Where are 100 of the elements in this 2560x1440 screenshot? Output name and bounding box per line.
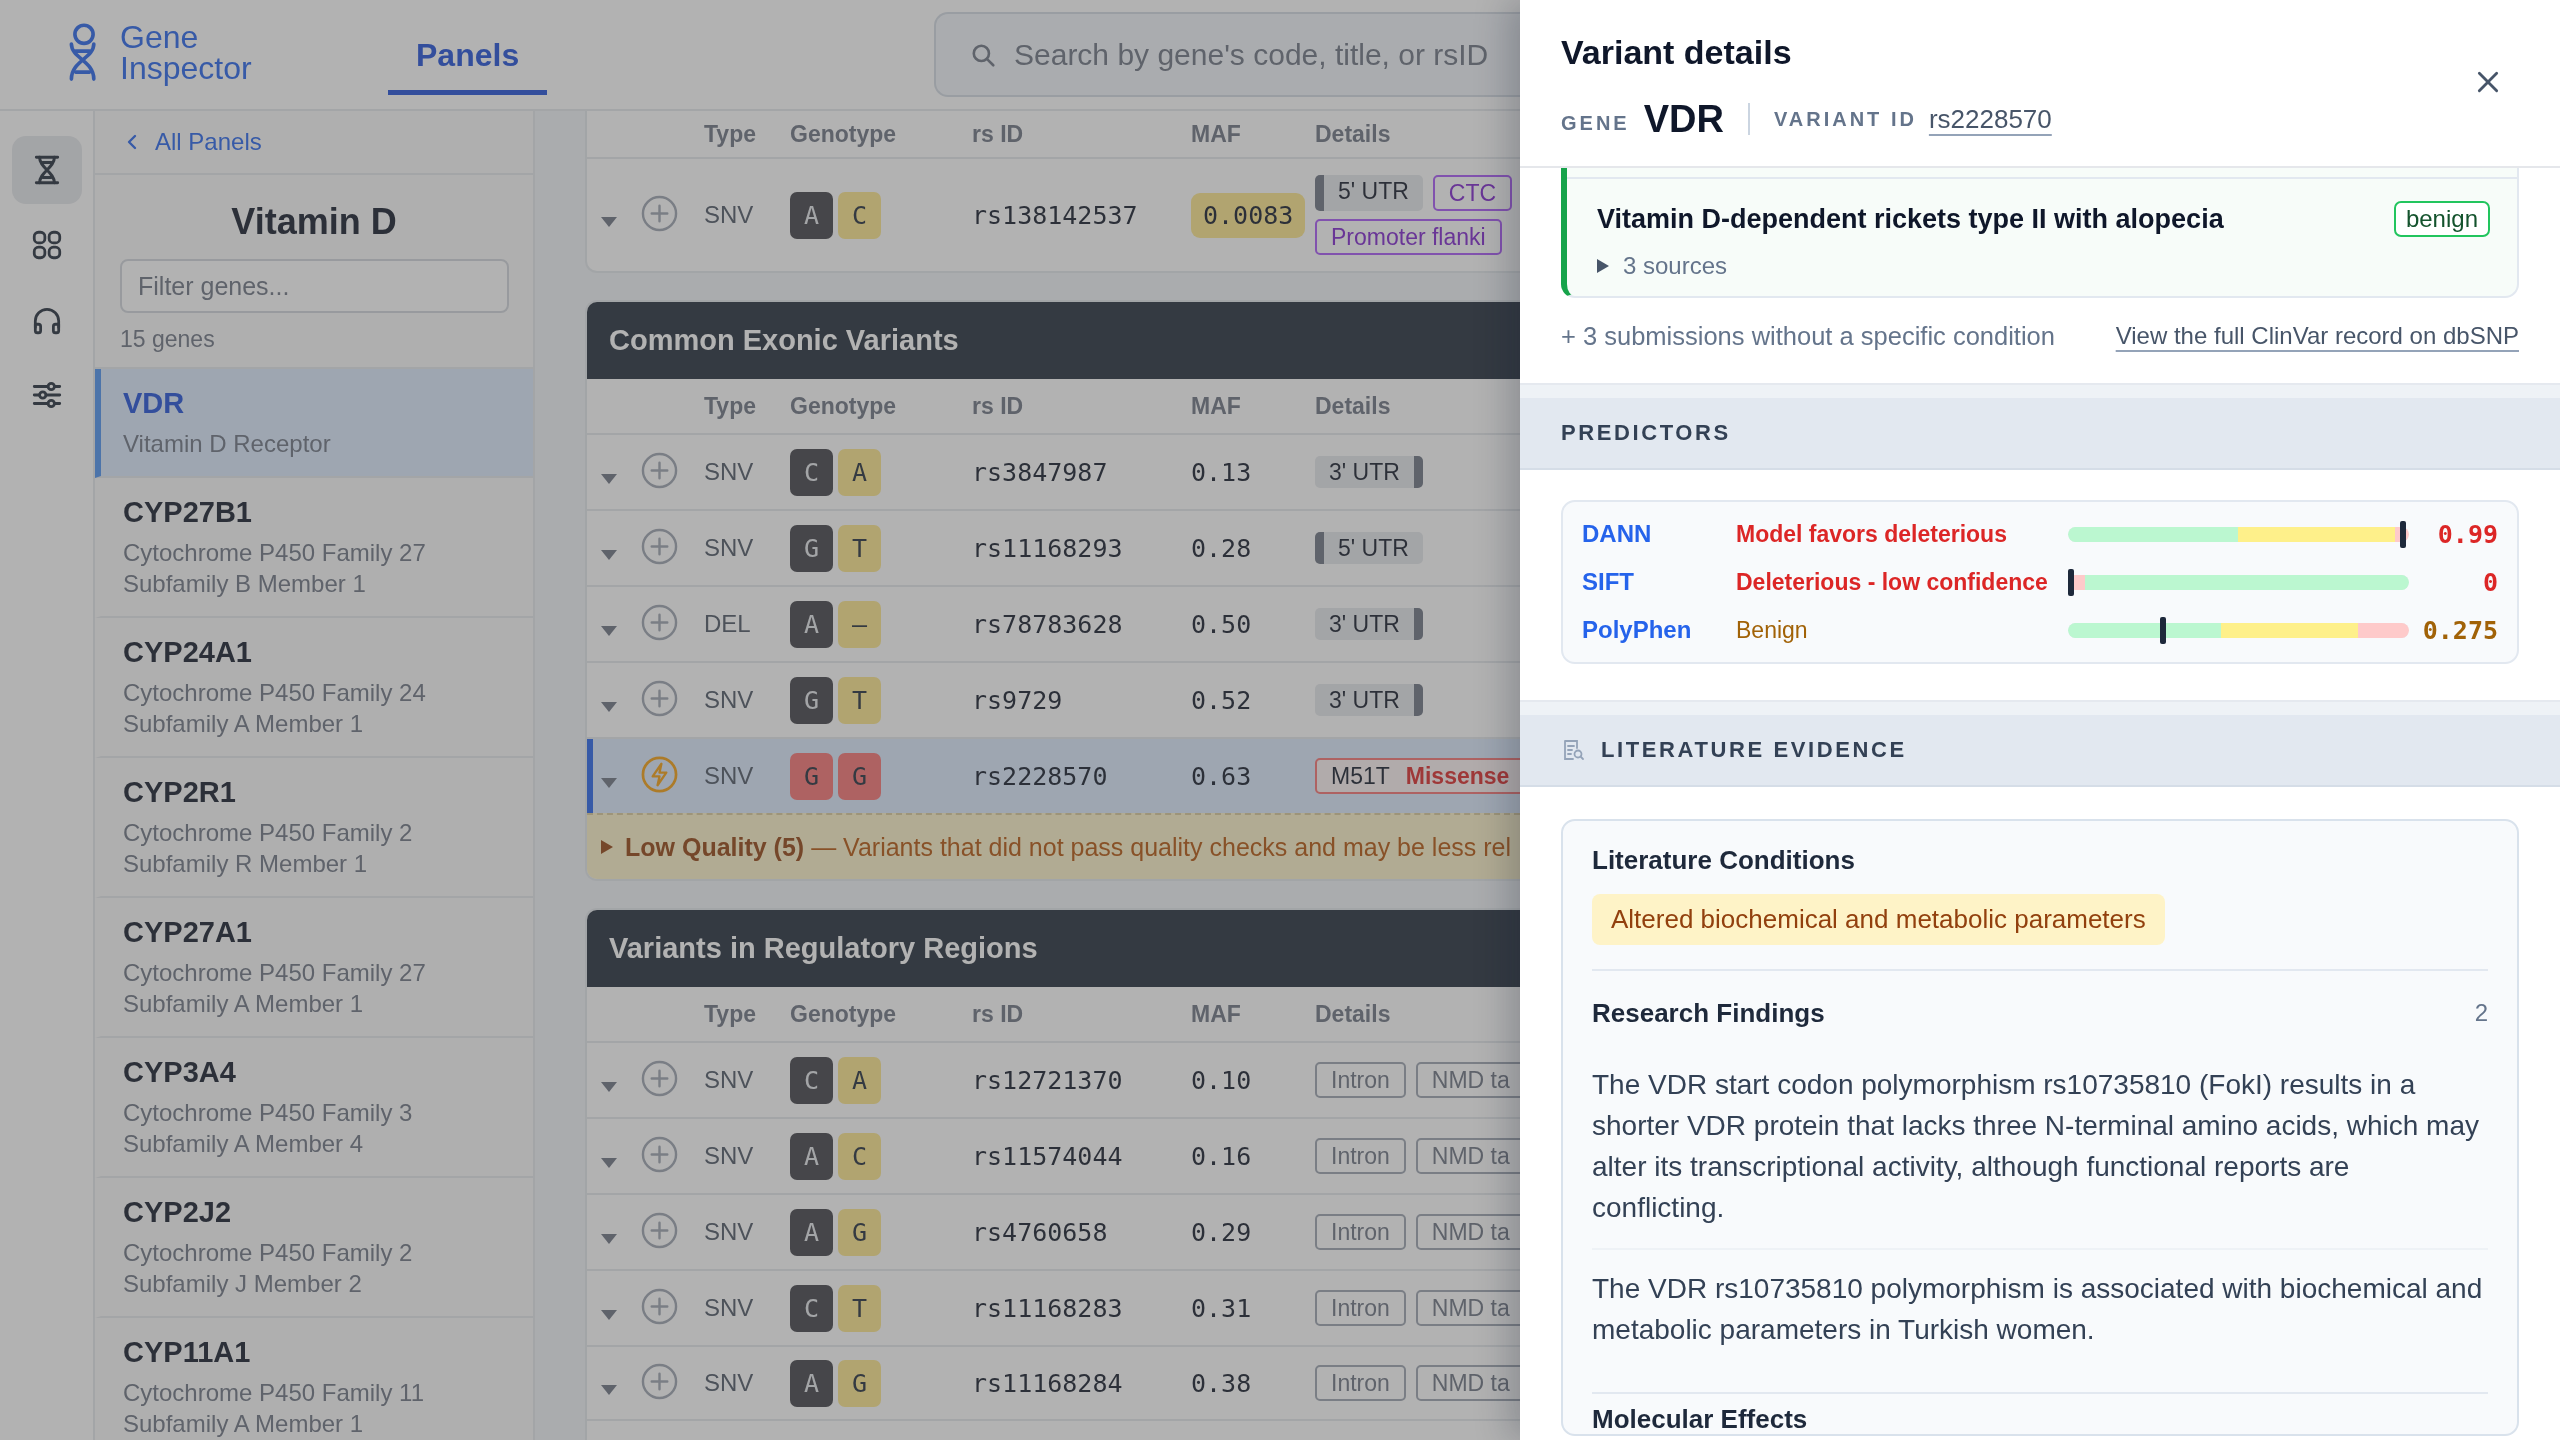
nav-tab[interactable]: Panels <box>388 20 548 95</box>
variant-id-label: VARIANT ID <box>1773 107 1917 131</box>
gene-item[interactable]: CYP24A1 Cytochrome P450 Family 24 Subfamily A Member 1 <box>95 618 533 758</box>
variant-row[interactable]: SNV A G rs4760658 0.29 Intron NMD ta <box>587 1193 1520 1269</box>
genotype-allele: G <box>790 676 833 724</box>
plus-circle-icon[interactable] <box>641 1362 678 1400</box>
filter-field[interactable]: Filter genes... <box>120 259 509 313</box>
gene-symbol: VDR <box>123 386 185 420</box>
variant-id-link[interactable]: rs2228570 <box>1928 103 2052 135</box>
feature-tag: NMD ta <box>1415 1214 1520 1250</box>
genotype-allele: C <box>790 1284 833 1332</box>
gene-item[interactable]: CYP3A4 Cytochrome P450 Family 3 Subfamily A Member 4 <box>95 1038 533 1178</box>
search-field[interactable]: Search by gene's code, title, or rsID <box>934 12 1520 97</box>
column-header: Type <box>704 120 756 148</box>
gene-item[interactable]: VDR Vitamin D Receptor <box>95 369 533 478</box>
genotype-allele: A <box>790 191 833 239</box>
plus-circle-icon[interactable] <box>641 1287 678 1325</box>
rsid-value: rs138142537 <box>972 200 1138 230</box>
variant-row[interactable]: SNV G G rs2228570 0.63 M51T Missense <box>587 737 1520 813</box>
genotype-allele: A <box>838 1056 881 1104</box>
plus-circle-icon[interactable] <box>641 451 678 489</box>
caret-icon[interactable] <box>601 1082 617 1092</box>
low-quality-toggle[interactable]: Low Quality (5) — Variants that did not pass quality checks and may be less rel <box>587 813 1520 879</box>
variant-row[interactable]: SNV A C rs138142537 0.0083 5' UTR CTC Promoter flanki <box>587 157 1520 271</box>
plus-circle-icon[interactable] <box>641 679 678 717</box>
nav-button[interactable] <box>11 136 82 204</box>
region-tag: 3' UTR <box>1315 608 1423 640</box>
chevron-left-icon <box>127 134 137 150</box>
plus-circle-icon[interactable] <box>641 527 678 565</box>
gene-symbol: CYP27A1 <box>123 915 252 949</box>
variant-row[interactable]: DEL A – rs78783628 0.50 3' UTR <box>587 585 1520 661</box>
feature-tag: NMD ta <box>1415 1062 1520 1098</box>
plus-circle-icon[interactable] <box>641 1211 678 1249</box>
caret-icon[interactable] <box>601 1385 617 1395</box>
search-input[interactable]: Search by gene's code, title, or rsID <box>1014 14 1520 95</box>
submissions-note: + 3 submissions without a specific condition <box>1561 321 2055 352</box>
finding-text: The VDR rs10735810 polymorphism is associated with biochemical and metabolic parameters in Turkish women. <box>1592 1248 2488 1370</box>
predictor-name[interactable]: SIFT <box>1582 568 1634 596</box>
gene-item[interactable]: CYP27B1 Cytochrome P450 Family 27 Subfamily B Member 1 <box>95 478 533 618</box>
column-header: Details <box>1315 392 1391 420</box>
gene-item[interactable]: CYP2R1 Cytochrome P450 Family 2 Subfamily R Member 1 <box>95 758 533 898</box>
caret-icon[interactable] <box>601 1310 617 1320</box>
rsid-value: rs4760658 <box>972 1217 1108 1247</box>
condition-tag: Altered biochemical and metabolic parameters <box>1592 894 2165 945</box>
variant-type: SNV <box>704 1294 754 1322</box>
sources-toggle[interactable]: 3 sources <box>1597 251 1728 281</box>
column-header: MAF <box>1191 1000 1241 1028</box>
predictor-name[interactable]: DANN <box>1582 520 1652 548</box>
feature-tag: NMD ta <box>1415 1290 1520 1326</box>
variant-row[interactable]: SNV C T rs11168283 0.31 Intron NMD ta <box>587 1269 1520 1345</box>
plus-circle-icon[interactable] <box>641 603 678 641</box>
maf-value: 0.63 <box>1191 761 1252 791</box>
consequence-label: Missense <box>1405 762 1510 791</box>
variant-row[interactable]: SNV A G rs11168284 0.38 Intron NMD ta <box>587 1345 1520 1421</box>
caret-icon[interactable] <box>601 626 617 636</box>
genotype-allele: A <box>790 1208 833 1256</box>
gene-name: Cytochrome P450 Family 24 Subfamily A Member 1 <box>123 678 427 739</box>
gene-label: GENE <box>1561 111 1630 135</box>
gene-name: Cytochrome P450 Family 11 Subfamily A Member 1 <box>123 1378 425 1439</box>
predictor-name[interactable]: PolyPhen <box>1582 616 1692 644</box>
document-search-icon <box>1561 738 1585 762</box>
section-title: LITERATURE EVIDENCE <box>1601 737 1907 763</box>
protein-change: M51T <box>1331 762 1390 791</box>
plus-circle-icon[interactable] <box>641 1059 678 1097</box>
maf-value: 0.16 <box>1191 1141 1252 1171</box>
variant-row[interactable]: SNV A C rs11574044 0.16 Intron NMD ta <box>587 1117 1520 1193</box>
gene-item[interactable]: CYP27A1 Cytochrome P450 Family 27 Subfamily A Member 1 <box>95 898 533 1038</box>
gene-name: Cytochrome P450 Family 27 Subfamily B Member 1 <box>123 538 427 599</box>
variant-row[interactable]: SNV G T rs11168293 0.28 5' UTR <box>587 509 1520 585</box>
rsid-value: rs3847987 <box>972 457 1108 487</box>
plus-circle-icon[interactable] <box>641 194 678 232</box>
genotype-allele: – <box>838 600 881 648</box>
caret-icon[interactable] <box>601 1158 617 1168</box>
region-tag: 5' UTR <box>1315 532 1423 564</box>
caret-icon[interactable] <box>601 1234 617 1244</box>
caret-icon[interactable] <box>601 217 617 227</box>
caret-icon[interactable] <box>601 778 617 788</box>
brand-name: Gene Inspector <box>120 21 252 84</box>
genotype-allele: A <box>790 600 833 648</box>
gene-item[interactable]: CYP11A1 Cytochrome P450 Family 11 Subfamily A Member 1 <box>95 1318 533 1440</box>
caret-icon[interactable] <box>601 550 617 560</box>
variant-row[interactable]: SNV C A rs12721370 0.10 Intron NMD ta <box>587 1041 1520 1117</box>
plus-circle-icon[interactable] <box>641 1135 678 1173</box>
column-header: Genotype <box>790 392 897 420</box>
gene-name: Cytochrome P450 Family 3 Subfamily A Member 4 <box>123 1098 414 1159</box>
clinvar-link[interactable]: View the full ClinVar record on dbSNP <box>2115 320 2519 352</box>
rsid-value: rs11168283 <box>972 1293 1123 1323</box>
caret-icon[interactable] <box>601 702 617 712</box>
column-header: Details <box>1315 120 1391 148</box>
variant-type: SNV <box>704 534 754 562</box>
maf-value: 0.13 <box>1191 457 1252 487</box>
variant-type: DEL <box>704 610 751 638</box>
variant-row[interactable]: SNV C A rs3847987 0.13 3' UTR <box>587 433 1520 509</box>
feature-tag: Intron <box>1315 1062 1406 1098</box>
group-header: Common Exonic Variants <box>587 302 1520 379</box>
feature-tag: Intron <box>1315 1290 1406 1326</box>
caret-icon[interactable] <box>601 474 617 484</box>
drawer-title: Variant details <box>1561 32 1792 73</box>
gene-item[interactable]: CYP2J2 Cytochrome P450 Family 2 Subfamily J Member 2 <box>95 1178 533 1318</box>
column-header: Genotype <box>790 120 897 148</box>
